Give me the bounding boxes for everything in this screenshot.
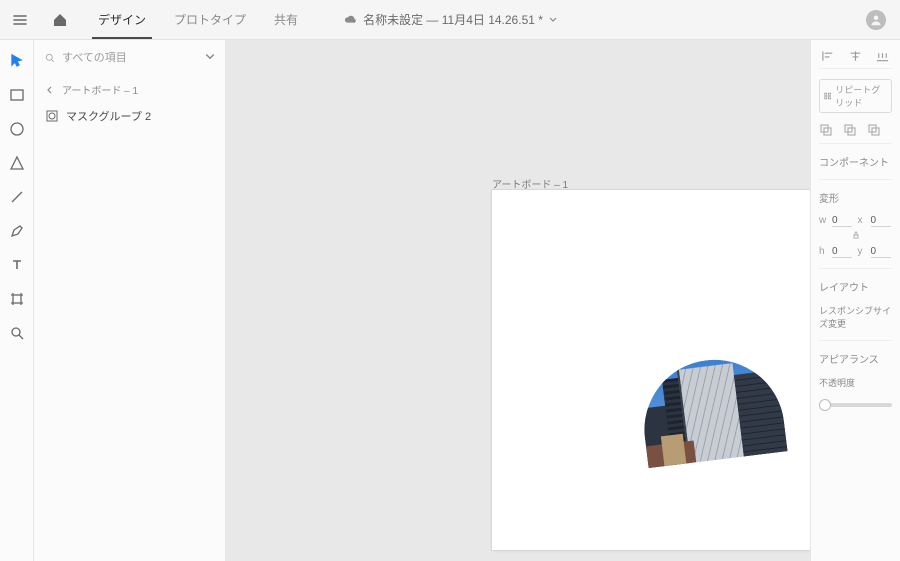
artboard-icon [9, 291, 25, 307]
lock-aspect[interactable] [819, 231, 892, 242]
opacity-slider-thumb[interactable] [819, 399, 831, 411]
tab-prototype[interactable]: プロトタイプ [160, 0, 260, 39]
layers-breadcrumb-back[interactable]: アートボード – 1 [46, 82, 215, 97]
pen-tool[interactable] [8, 222, 26, 240]
menu-button[interactable] [0, 0, 40, 40]
subtract-icon[interactable] [843, 123, 857, 137]
line-tool[interactable] [8, 188, 26, 206]
opacity-label: 不透明度 [819, 376, 892, 389]
breadcrumb-label: アートボード – 1 [62, 82, 138, 97]
home-icon [52, 12, 68, 28]
magnify-icon [9, 325, 25, 341]
user-icon [870, 14, 882, 26]
document-title[interactable]: 名称未設定 — 11月4日 14.26.51 * [343, 11, 557, 28]
mode-tabs: デザイン プロトタイプ 共有 [84, 0, 312, 39]
y-field[interactable]: Y0 [858, 246, 893, 258]
intersect-icon[interactable] [867, 123, 881, 137]
tab-share[interactable]: 共有 [260, 0, 312, 39]
opacity-slider[interactable] [819, 403, 892, 407]
union-icon[interactable] [819, 123, 833, 137]
rectangle-icon [9, 87, 25, 103]
ellipse-tool[interactable] [8, 120, 26, 138]
lock-icon [852, 231, 860, 239]
hamburger-icon [12, 12, 28, 28]
tab-design[interactable]: デザイン [84, 0, 160, 39]
height-field[interactable]: H0 [819, 246, 854, 258]
main-area: アートボード – 1 マスクグループ 2 アートボード – 1 [0, 40, 900, 561]
artboard[interactable] [492, 190, 810, 550]
triangle-icon [9, 155, 25, 171]
width-field[interactable]: w0 [819, 215, 854, 227]
line-icon [9, 189, 25, 205]
search-input[interactable] [44, 48, 215, 68]
layers-search [44, 48, 215, 68]
section-layout: レイアウト [819, 279, 892, 294]
chevron-left-icon [46, 86, 54, 94]
select-tool[interactable] [8, 52, 26, 70]
pen-icon [9, 223, 25, 239]
repeat-grid-label: リピートグリッド [835, 83, 887, 109]
responsive-resize-label: レスポンシブサイズ変更 [819, 304, 892, 330]
canvas[interactable]: アートボード – 1 [226, 40, 810, 561]
align-controls [819, 48, 892, 69]
mask-group-object[interactable] [636, 352, 787, 468]
app-topbar: デザイン プロトタイプ 共有 名称未設定 — 11月4日 14.26.51 * [0, 0, 900, 40]
layer-item-label: マスクグループ 2 [66, 108, 151, 124]
polygon-tool[interactable] [8, 154, 26, 172]
pointer-icon [9, 53, 25, 69]
topbar-left-group: デザイン プロトタイプ 共有 [0, 0, 312, 39]
repeat-grid-icon [824, 91, 831, 101]
section-transform: 変形 [819, 190, 892, 205]
mask-group-icon [46, 110, 58, 122]
artboard-title[interactable]: アートボード – 1 [492, 176, 568, 191]
x-field[interactable]: X0 [858, 215, 893, 227]
layer-item[interactable]: マスクグループ 2 [44, 105, 215, 127]
document-title-text: 名称未設定 — 11月4日 14.26.51 * [363, 11, 543, 28]
text-icon [9, 257, 25, 273]
zoom-tool[interactable] [8, 324, 26, 342]
chevron-down-icon [549, 16, 557, 24]
align-right-icon[interactable] [875, 50, 890, 62]
section-appearance: アピアランス [819, 351, 892, 366]
repeat-grid-button[interactable]: リピートグリッド [819, 79, 892, 113]
ellipse-icon [9, 121, 25, 137]
tool-rail [0, 40, 34, 561]
property-inspector: リピートグリッド コンポーネント 変形 w0 X0 H0 Y0 レイアウト レス… [810, 40, 900, 561]
transform-controls: w0 X0 H0 Y0 [819, 215, 892, 258]
section-component: コンポーネント [819, 154, 892, 169]
masked-image [636, 352, 787, 468]
layers-panel: アートボード – 1 マスクグループ 2 [34, 40, 226, 561]
chevron-down-icon[interactable] [205, 52, 215, 62]
artboard-tool[interactable] [8, 290, 26, 308]
cloud-icon [343, 13, 357, 27]
text-tool[interactable] [8, 256, 26, 274]
rectangle-tool[interactable] [8, 86, 26, 104]
user-avatar[interactable] [866, 10, 886, 30]
home-button[interactable] [40, 0, 80, 40]
align-center-icon[interactable] [848, 50, 863, 62]
boolean-ops [819, 123, 892, 144]
align-left-icon[interactable] [821, 50, 836, 62]
search-icon [44, 52, 56, 64]
